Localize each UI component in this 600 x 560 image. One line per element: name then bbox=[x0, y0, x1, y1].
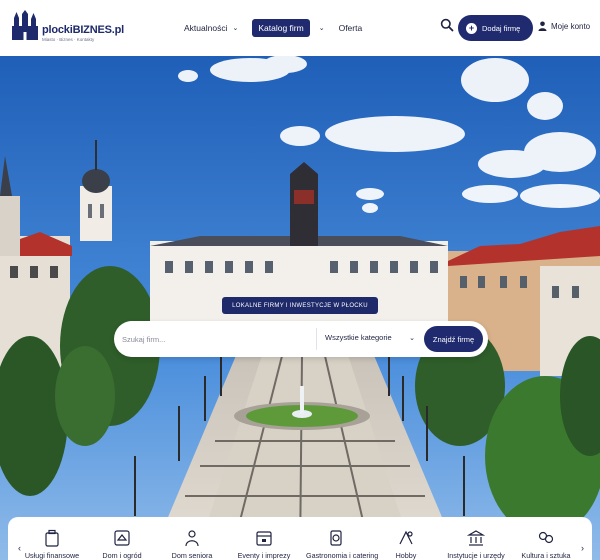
hero-section: LOKALNE FIRMY I INWESTYCJE W PŁOCKU Mias… bbox=[0, 56, 600, 560]
chevron-right-icon[interactable]: › bbox=[581, 543, 584, 553]
category-item[interactable]: Dom seniora bbox=[162, 529, 222, 560]
brand-tagline: Miasto · Biznes · Kontakty bbox=[42, 37, 95, 42]
category-label: Eventy i imprezy bbox=[237, 551, 291, 560]
castle-icon bbox=[12, 10, 38, 40]
dining-icon bbox=[330, 530, 342, 546]
senior-care-icon bbox=[185, 530, 199, 547]
find-company-button[interactable]: Znajdź firmę bbox=[424, 326, 483, 352]
category-item[interactable]: Gastronomia i catering bbox=[306, 529, 379, 560]
calendar-icon bbox=[256, 531, 272, 546]
add-company-button[interactable]: + Dodaj firmę bbox=[458, 15, 533, 41]
category-item[interactable]: Hobby bbox=[376, 529, 436, 560]
nav-oferta-label: Oferta bbox=[338, 23, 363, 33]
search-input[interactable] bbox=[122, 329, 312, 349]
chevron-down-icon: ⌄ bbox=[409, 334, 415, 342]
search-divider bbox=[316, 328, 317, 350]
search-icon[interactable] bbox=[440, 18, 454, 32]
institution-icon bbox=[467, 530, 485, 546]
chevron-left-icon[interactable]: ‹ bbox=[18, 543, 21, 553]
chevron-down-icon[interactable]: ⌄ bbox=[319, 24, 325, 32]
culture-icon bbox=[538, 531, 554, 544]
category-label: Dom i ogród bbox=[102, 551, 142, 560]
add-company-label: Dodaj firmę bbox=[482, 23, 521, 33]
search-bar: Wszystkie kategorie ⌄ Znajdź firmę bbox=[114, 321, 488, 357]
nav-aktualnosci[interactable]: Aktualności ⌄ bbox=[184, 23, 238, 33]
nav-katalog-firm[interactable]: Katalog firm bbox=[252, 19, 310, 37]
category-label: Usługi finansowe bbox=[24, 551, 80, 560]
brand-name: plockiBIZNES.pl bbox=[42, 24, 124, 36]
category-label: Dom seniora bbox=[171, 551, 213, 560]
plus-icon: + bbox=[466, 22, 477, 34]
main-nav: Aktualności ⌄ Katalog firm ⌄ Oferta bbox=[184, 18, 362, 38]
home-tools-icon bbox=[114, 530, 130, 546]
hobby-icon bbox=[399, 530, 413, 545]
briefcase-icon bbox=[45, 529, 59, 547]
category-selected-value: Wszystkie kategorie bbox=[325, 333, 392, 342]
category-label: Hobby bbox=[395, 551, 417, 560]
category-item[interactable]: Dom i ogród bbox=[92, 529, 152, 560]
hero-badge: LOKALNE FIRMY I INWESTYCJE W PŁOCKU bbox=[222, 297, 378, 314]
find-company-label: Znajdź firmę bbox=[432, 334, 475, 344]
chevron-down-icon: ⌄ bbox=[232, 25, 239, 32]
category-strip: ‹ Usługi finansowe Dom i ogród Dom senio… bbox=[8, 517, 592, 560]
category-label: Instytucje i urzędy bbox=[447, 551, 505, 560]
category-item[interactable]: Eventy i imprezy bbox=[234, 529, 294, 560]
nav-oferta[interactable]: Oferta bbox=[339, 23, 363, 33]
category-item[interactable]: Kultura i sztuka bbox=[516, 529, 576, 560]
user-icon bbox=[538, 21, 547, 31]
nav-katalog-label: Katalog firm bbox=[258, 23, 304, 33]
category-select[interactable]: Wszystkie kategorie ⌄ bbox=[325, 333, 415, 342]
category-label: Gastronomia i catering bbox=[306, 551, 379, 560]
category-item[interactable]: Instytucje i urzędy bbox=[446, 529, 506, 560]
brand-logo[interactable]: plockiBIZNES.pl Miasto · Biznes · Kontak… bbox=[10, 10, 124, 48]
category-item[interactable]: Usługi finansowe bbox=[22, 529, 82, 560]
account-link[interactable]: Moje konto bbox=[538, 21, 590, 31]
nav-aktualnosci-label: Aktualności bbox=[184, 23, 228, 33]
category-label: Kultura i sztuka bbox=[521, 551, 571, 560]
site-header: plockiBIZNES.pl Miasto · Biznes · Kontak… bbox=[0, 0, 600, 56]
account-label: Moje konto bbox=[551, 21, 591, 31]
